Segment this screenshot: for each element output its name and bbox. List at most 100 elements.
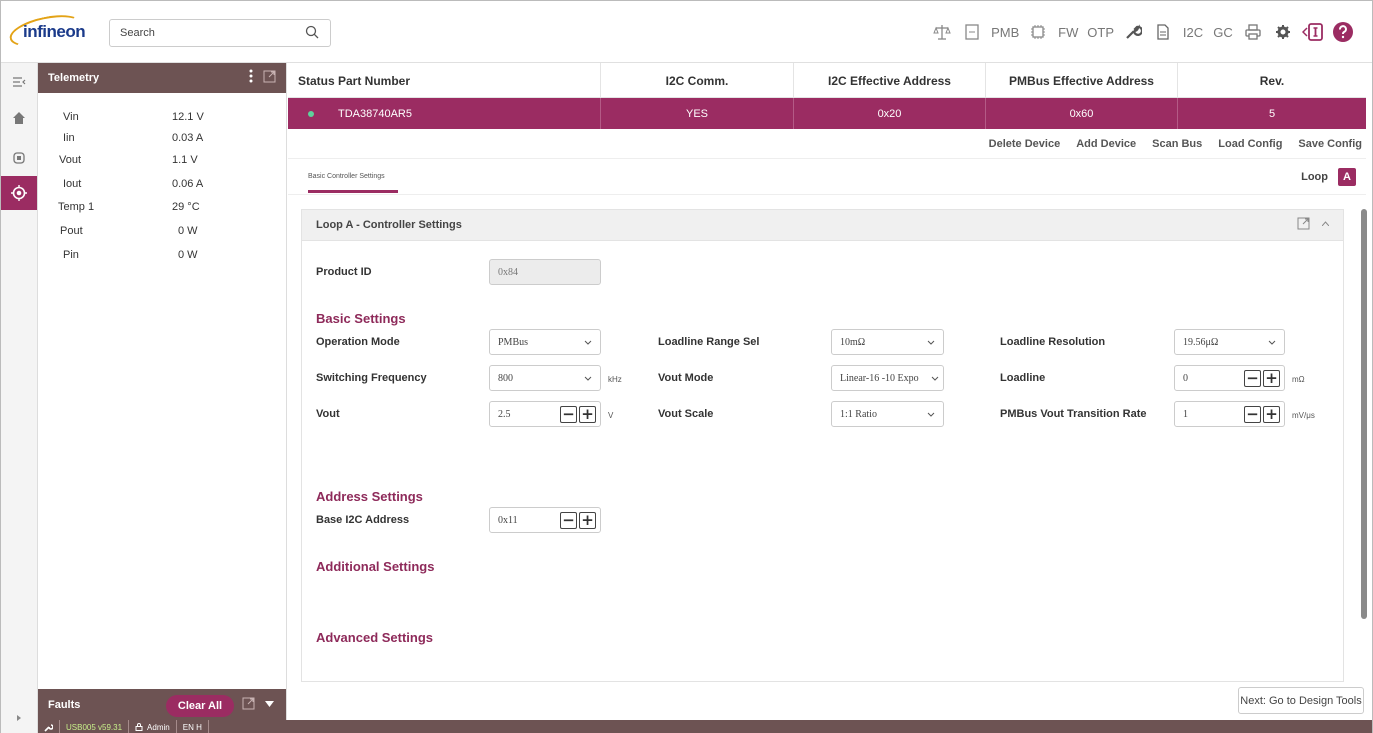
fw-button[interactable]: FW xyxy=(1053,17,1083,47)
increment-button[interactable]: + xyxy=(1263,406,1280,423)
vout-mode-label: Vout Mode xyxy=(658,372,714,384)
loadline-range-label: Loadline Range Sel xyxy=(658,336,760,348)
operation-mode-select[interactable]: PMBus xyxy=(489,329,601,355)
column-pmbus-address: PMBus Effective Address xyxy=(985,63,1177,98)
usb-status: USB005 v59.31 xyxy=(60,720,130,733)
vout-scale-select[interactable]: 1:1 Ratio xyxy=(831,401,944,427)
gc-button[interactable]: GC xyxy=(1208,17,1238,47)
popout-icon[interactable] xyxy=(263,70,276,83)
pmb-button[interactable]: PMB xyxy=(987,17,1023,47)
home-icon[interactable] xyxy=(1,101,37,135)
register-icon[interactable] xyxy=(957,17,987,47)
increment-button[interactable]: + xyxy=(579,406,596,423)
telemetry-title: Telemetry xyxy=(48,72,100,84)
lock-icon xyxy=(135,723,143,731)
loadline-stepper[interactable]: 0− + xyxy=(1174,365,1285,391)
status-indicator xyxy=(308,98,328,129)
delete-device-button[interactable]: Delete Device xyxy=(989,138,1061,150)
search-icon[interactable] xyxy=(305,25,319,39)
address-settings-title: Address Settings xyxy=(316,489,423,504)
chevron-down-icon xyxy=(584,340,592,345)
chip-icon[interactable] xyxy=(1023,17,1053,47)
product-id-label: Product ID xyxy=(316,266,372,278)
collapse-chevron-icon[interactable] xyxy=(1322,221,1329,226)
loadline-resolution-label: Loadline Resolution xyxy=(1000,336,1106,348)
rev-cell: 5 xyxy=(1177,98,1366,129)
next-design-tools-button[interactable]: Next: Go to Design Tools xyxy=(1238,687,1364,714)
column-i2c-address: I2C Effective Address xyxy=(793,63,985,98)
basic-settings-title: Basic Settings xyxy=(316,311,406,326)
loadline-range-select[interactable]: 10mΩ xyxy=(831,329,944,355)
gear-icon[interactable] xyxy=(1268,17,1298,47)
more-options-icon[interactable] xyxy=(249,69,253,83)
table-row[interactable]: TDA38740AR5 YES 0x20 0x60 5 xyxy=(288,98,1366,129)
base-i2c-address-label: Base I2C Address xyxy=(316,514,410,526)
pmbus-address-cell: 0x60 xyxy=(985,98,1177,129)
faults-bar: Faults Clear All xyxy=(38,689,286,721)
add-device-button[interactable]: Add Device xyxy=(1076,138,1136,150)
app-window: infineon PMB FW OTP I2C GC xyxy=(0,0,1373,733)
loadline-resolution-select[interactable]: 19.56μΩ xyxy=(1174,329,1285,355)
balance-icon[interactable] xyxy=(927,17,957,47)
load-config-button[interactable]: Load Config xyxy=(1218,138,1282,150)
switching-frequency-select[interactable]: 800 xyxy=(489,365,601,391)
help-icon[interactable] xyxy=(1328,17,1358,47)
language-status: EN H xyxy=(177,720,209,733)
scrollbar[interactable] xyxy=(1359,199,1369,683)
advanced-settings-title[interactable]: Advanced Settings xyxy=(316,630,433,645)
settings-title: Loop A - Controller Settings xyxy=(316,219,462,231)
transition-rate-stepper[interactable]: 1− + xyxy=(1174,401,1285,427)
faults-popout-icon[interactable] xyxy=(242,697,255,710)
save-config-button[interactable]: Save Config xyxy=(1298,138,1362,150)
chevron-down-icon xyxy=(584,376,592,381)
wrench-status-icon[interactable] xyxy=(38,720,60,733)
device-actions: Delete Device Add Device Scan Bus Load C… xyxy=(989,138,1362,150)
operation-mode-label: Operation Mode xyxy=(316,336,400,348)
decrement-button[interactable]: − xyxy=(560,512,577,529)
decrement-button[interactable]: − xyxy=(560,406,577,423)
transition-rate-unit: mV/μs xyxy=(1292,411,1315,420)
i2c-address-cell: 0x20 xyxy=(793,98,985,129)
i2c-button[interactable]: I2C xyxy=(1178,17,1208,47)
printer-icon[interactable] xyxy=(1238,17,1268,47)
vout-mode-select[interactable]: Linear-16 -10 Expo xyxy=(831,365,944,391)
collapse-menu-icon[interactable] xyxy=(1,65,37,99)
info-panel-icon[interactable] xyxy=(1298,17,1328,47)
table-header: Status Part Number I2C Comm. I2C Effecti… xyxy=(288,63,1366,98)
increment-button[interactable]: + xyxy=(1263,370,1280,387)
infineon-logo: infineon xyxy=(6,9,86,53)
top-bar: infineon PMB FW OTP I2C GC xyxy=(1,1,1372,63)
controller-settings-panel: Loop A - Controller Settings Product ID … xyxy=(301,209,1344,682)
vout-stepper[interactable]: 2.5− + xyxy=(489,401,601,427)
scan-bus-button[interactable]: Scan Bus xyxy=(1152,138,1202,150)
expand-arrow-icon[interactable] xyxy=(1,701,37,733)
tab-basic-controller-settings[interactable]: Basic Controller Settings xyxy=(308,173,385,180)
column-status: Status xyxy=(298,73,335,88)
otp-button[interactable]: OTP xyxy=(1083,17,1118,47)
chevron-down-icon[interactable] xyxy=(265,700,274,707)
chevron-down-icon xyxy=(1268,340,1276,345)
chevron-down-icon xyxy=(931,376,939,381)
target-icon[interactable] xyxy=(1,176,37,210)
telemetry-row-temp1: Temp 1 29 °C xyxy=(58,201,200,213)
decrement-button[interactable]: − xyxy=(1244,370,1261,387)
clear-all-button[interactable]: Clear All xyxy=(166,695,234,717)
settings-header: Loop A - Controller Settings xyxy=(302,210,1343,241)
column-rev: Rev. xyxy=(1177,63,1366,98)
additional-settings-title[interactable]: Additional Settings xyxy=(316,559,434,574)
column-part-number: Part Number xyxy=(338,73,411,88)
telemetry-row-pout: Pout 0 W xyxy=(60,225,198,237)
chip-nav-icon[interactable] xyxy=(1,141,37,175)
loop-selector[interactable]: A xyxy=(1338,168,1356,186)
settings-popout-icon[interactable] xyxy=(1297,217,1310,230)
wrench-icon[interactable] xyxy=(1118,17,1148,47)
document-icon[interactable] xyxy=(1148,17,1178,47)
telemetry-row-iin: Iin 0.03 A xyxy=(63,132,204,144)
search-input[interactable] xyxy=(109,19,331,47)
telemetry-header: Telemetry xyxy=(38,63,286,93)
decrement-button[interactable]: − xyxy=(1244,406,1261,423)
base-i2c-address-stepper[interactable]: 0x11− + xyxy=(489,507,601,533)
increment-button[interactable]: + xyxy=(579,512,596,529)
column-i2c-comm: I2C Comm. xyxy=(600,63,793,98)
toolbar: PMB FW OTP I2C GC xyxy=(927,17,1358,47)
